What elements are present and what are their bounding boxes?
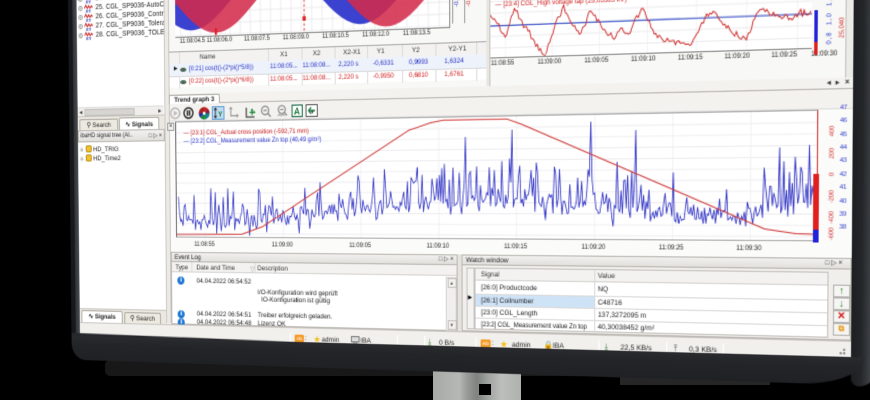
svg-text:Y: Y xyxy=(218,111,223,119)
svg-text:XY: XY xyxy=(86,35,92,40)
svg-text:A: A xyxy=(294,106,300,117)
